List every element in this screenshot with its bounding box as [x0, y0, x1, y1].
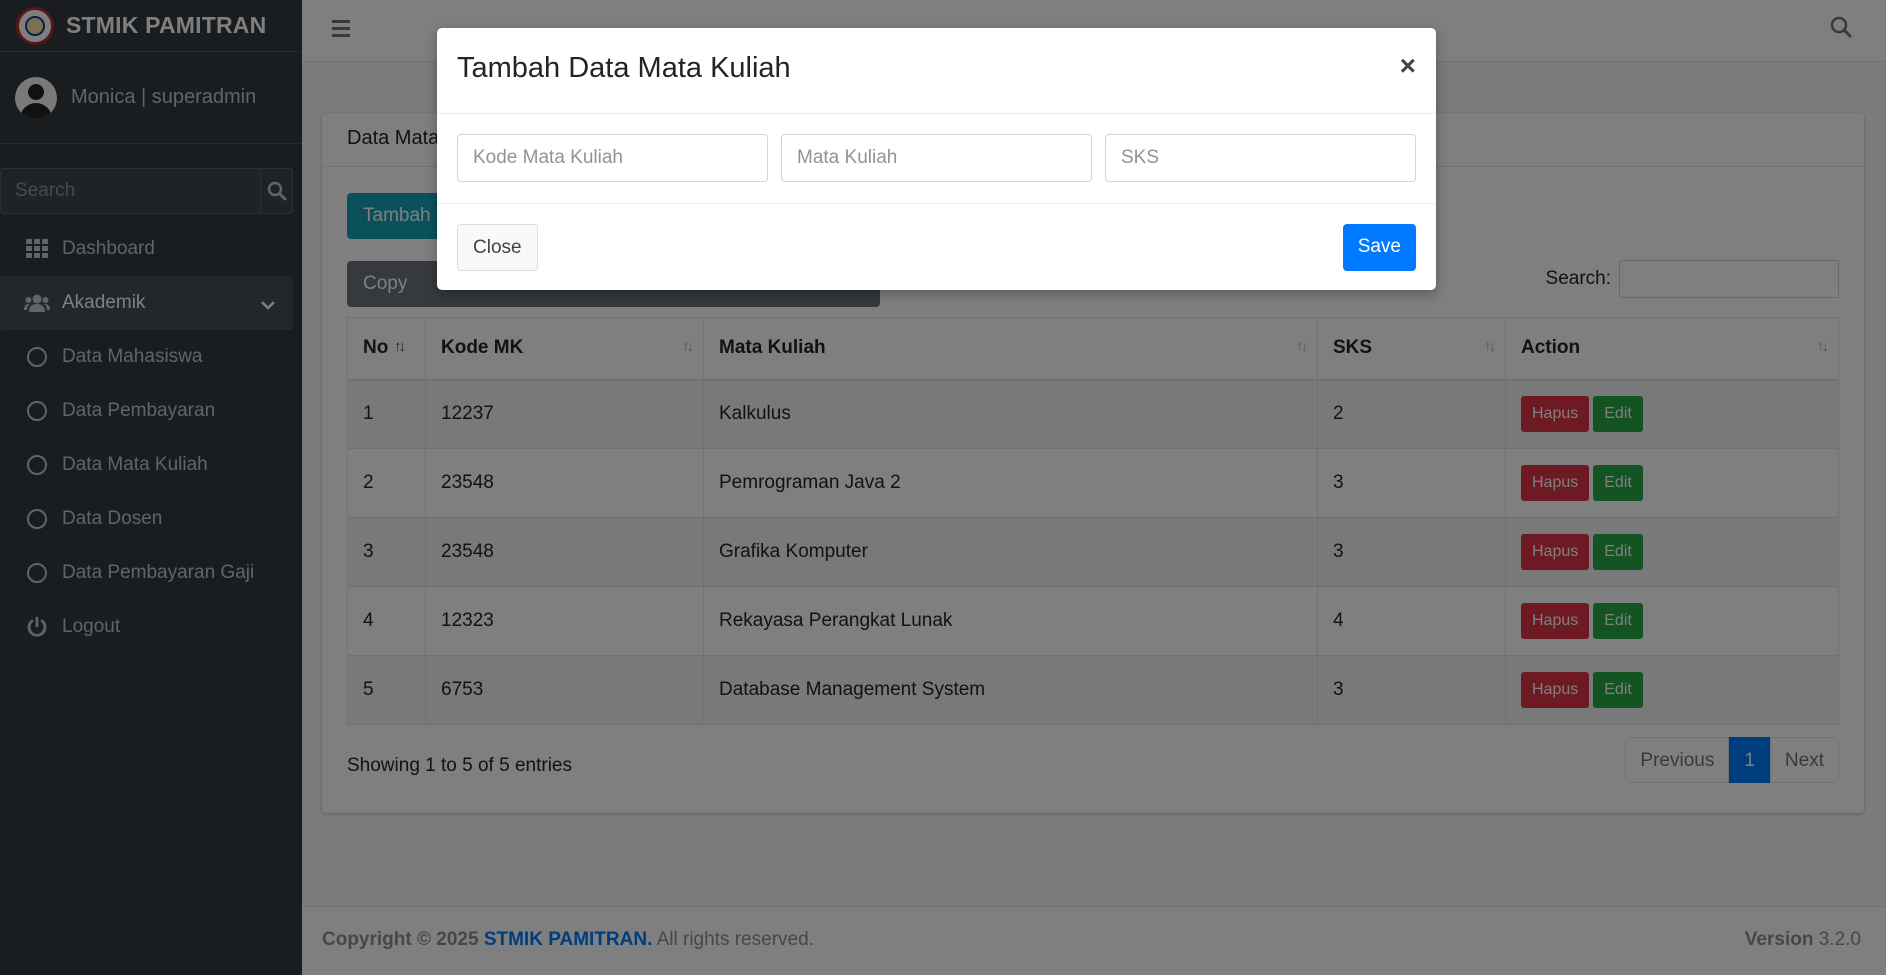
mata-kuliah-input[interactable] — [781, 134, 1092, 182]
modal-header: Tambah Data Mata Kuliah × — [437, 28, 1436, 114]
modal-body — [437, 114, 1436, 204]
add-course-modal: Tambah Data Mata Kuliah × Close Save — [437, 28, 1436, 290]
modal-title: Tambah Data Mata Kuliah — [457, 52, 791, 84]
kode-mata-kuliah-input[interactable] — [457, 134, 768, 182]
save-button[interactable]: Save — [1342, 224, 1416, 271]
sks-input[interactable] — [1105, 134, 1416, 182]
close-button[interactable]: Close — [457, 224, 538, 271]
modal-footer: Close Save — [437, 204, 1436, 290]
close-icon[interactable]: × — [1400, 50, 1416, 82]
